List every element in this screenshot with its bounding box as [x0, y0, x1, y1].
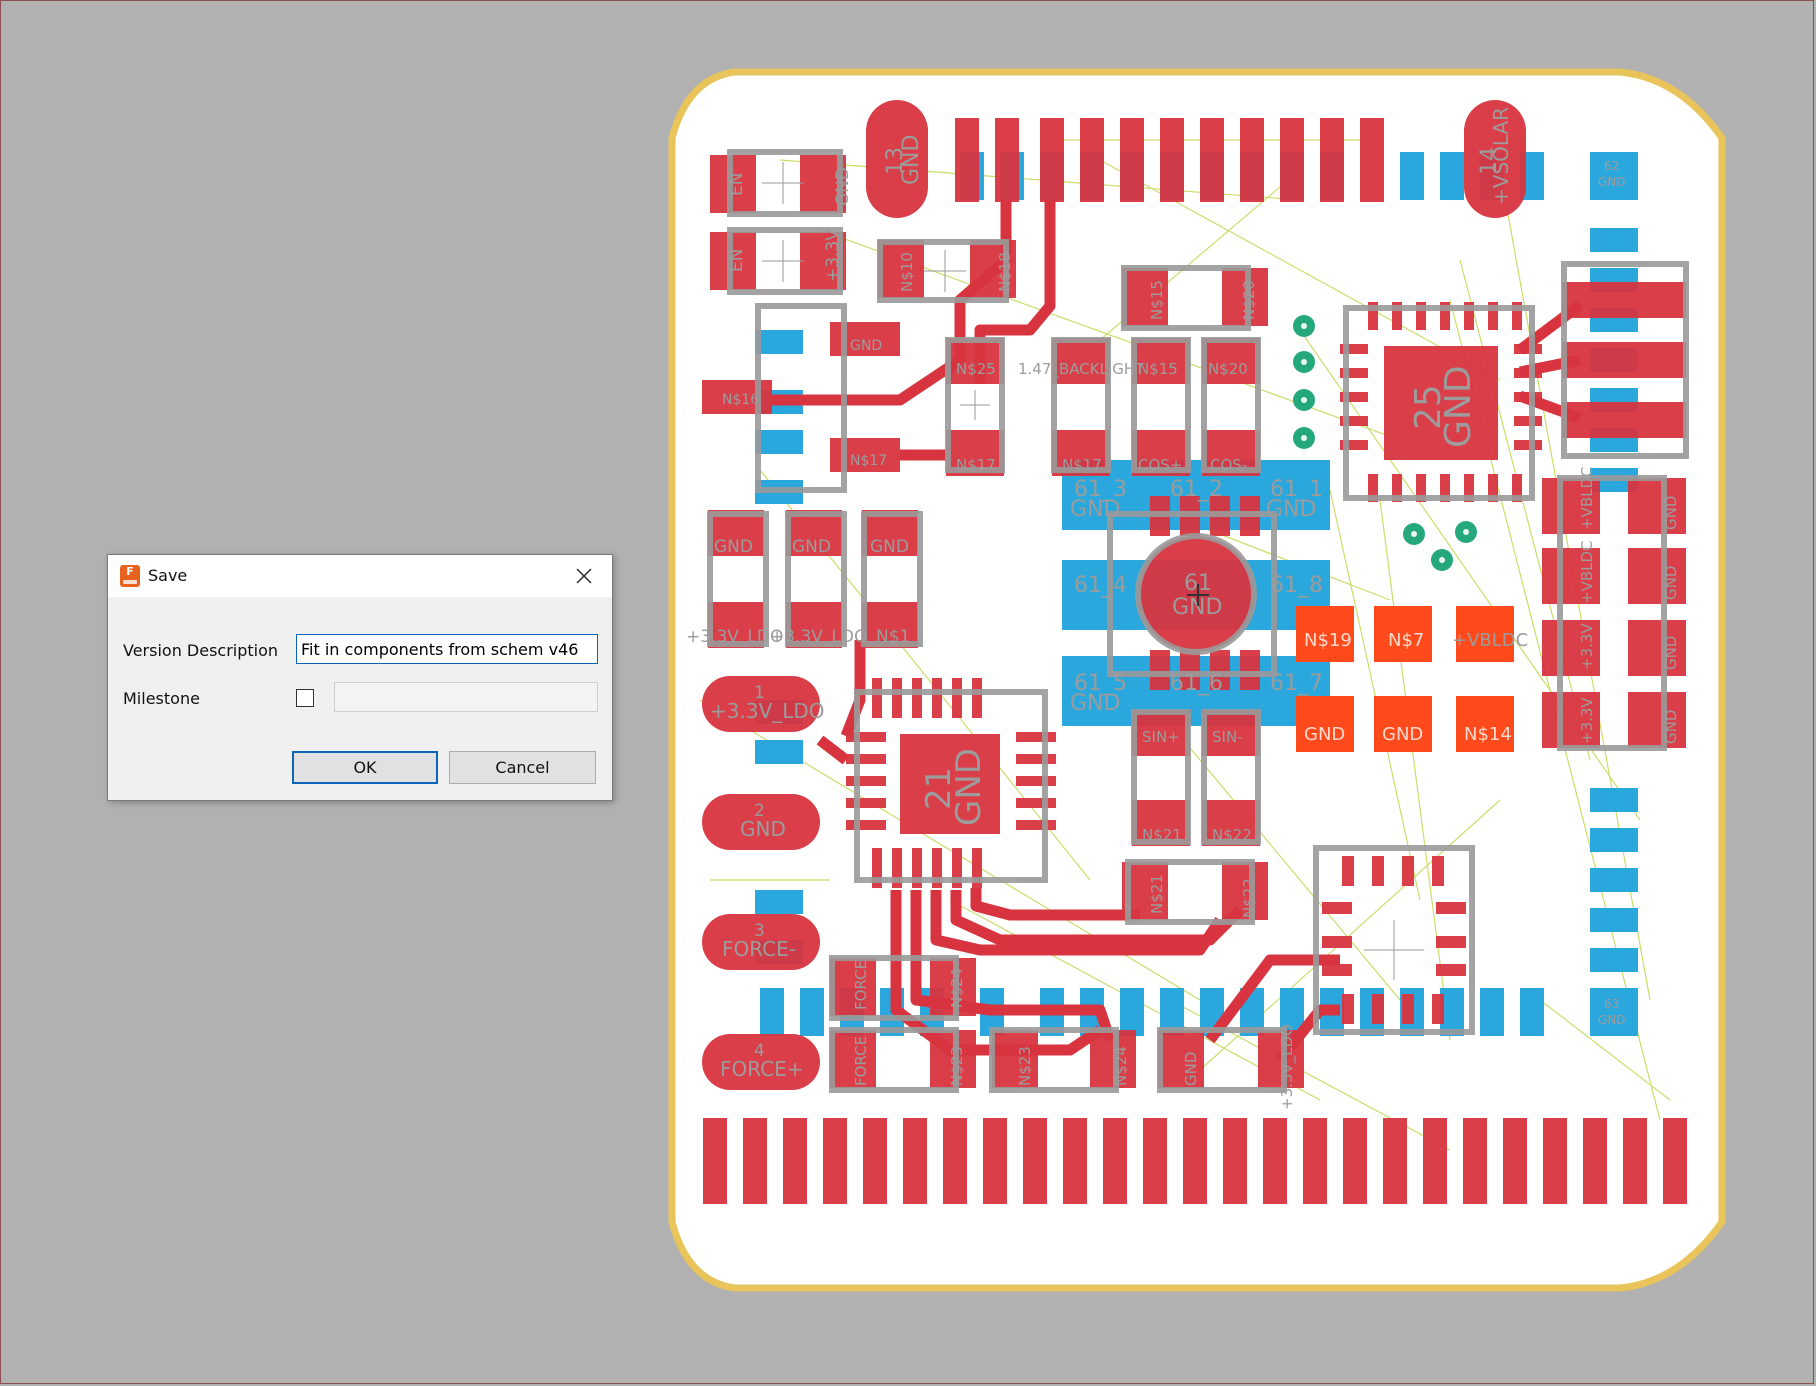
- label: GND: [1662, 496, 1680, 530]
- label: GND: [792, 537, 831, 557]
- milestone-checkbox[interactable]: [296, 689, 314, 707]
- label: N$17: [956, 456, 996, 474]
- label: GND: [949, 748, 989, 826]
- label: N$10: [898, 252, 916, 292]
- label: COS+: [1138, 456, 1182, 474]
- label: N$23: [1016, 1046, 1034, 1086]
- label: N$19: [1304, 630, 1352, 651]
- label: COS-: [1210, 456, 1247, 474]
- label: +VSOLAR: [1489, 107, 1513, 205]
- label: N$15: [1148, 280, 1166, 320]
- label: GND: [1070, 691, 1120, 716]
- label: N$17: [1062, 456, 1102, 474]
- label: +3.3V_LDO: [1278, 1024, 1297, 1110]
- label: GND: [1070, 497, 1120, 522]
- label: +3.3V: [1578, 697, 1596, 744]
- version-description-label: Version Description: [123, 641, 279, 660]
- label: +3.3V_LDO: [770, 627, 867, 647]
- label: N$22: [1212, 826, 1252, 844]
- label: GND: [1598, 1013, 1626, 1027]
- label: N$24: [1112, 1046, 1130, 1086]
- label: N$17: [850, 453, 887, 469]
- label: GND: [740, 817, 786, 841]
- label: GND: [1598, 175, 1626, 189]
- label: N$21: [1148, 874, 1166, 914]
- label: 61_7: [1270, 671, 1323, 696]
- label: GND: [899, 135, 924, 185]
- label: 63: [1604, 997, 1619, 1011]
- label: N$22: [1240, 878, 1258, 918]
- label: N$1: [876, 627, 910, 647]
- label: GND: [1382, 724, 1423, 745]
- label: 62: [1604, 159, 1619, 173]
- label: N$20: [1240, 280, 1258, 320]
- label: +3.3V_LDO: [710, 699, 825, 723]
- label: +3.3V: [823, 229, 843, 282]
- label: 61_4: [1074, 573, 1127, 598]
- label: GND: [850, 338, 882, 354]
- label: N$23: [948, 1046, 966, 1086]
- label: GND: [870, 537, 909, 557]
- ok-button[interactable]: OK: [292, 751, 438, 784]
- label: N$14: [1464, 724, 1512, 745]
- label: +VBLDC: [1452, 630, 1528, 651]
- label: +3.3V_LDO: [686, 627, 783, 647]
- label: GND: [714, 537, 753, 557]
- label: 1.47_BACKLIGHT: [1018, 360, 1145, 379]
- label: N$20: [1208, 360, 1248, 378]
- dialog-title: Save: [148, 566, 188, 585]
- label: GND: [1304, 724, 1345, 745]
- app-icon-letter: F: [126, 565, 134, 578]
- label: GND: [1266, 497, 1316, 522]
- label: N$15: [1138, 360, 1178, 378]
- dialog-titlebar[interactable]: F Save: [108, 555, 612, 597]
- label: N$24: [948, 968, 966, 1008]
- label: EN: [727, 173, 747, 196]
- label: FORCE+: [720, 1057, 804, 1081]
- milestone-name-input: [334, 682, 598, 712]
- label: N$21: [1142, 826, 1182, 844]
- label: FORCE-: [722, 937, 796, 961]
- label: 61_6: [1170, 671, 1223, 696]
- label: EN: [727, 249, 747, 272]
- label: GND: [833, 167, 853, 206]
- close-icon[interactable]: [570, 563, 598, 589]
- label: FORCE: [852, 1036, 870, 1086]
- label: N$16: [722, 392, 759, 408]
- label: GND: [1182, 1052, 1200, 1086]
- version-description-input[interactable]: [296, 634, 598, 664]
- label: SIN+: [1142, 728, 1180, 746]
- app-icon: F: [120, 565, 140, 587]
- label: 61_2: [1170, 477, 1223, 502]
- label: N$7: [1388, 630, 1424, 651]
- label: +VBLDC: [1578, 466, 1596, 530]
- label: N$18: [996, 252, 1014, 292]
- label: SIN-: [1212, 728, 1243, 746]
- cancel-button[interactable]: Cancel: [449, 751, 596, 784]
- label: +VBLDC: [1578, 540, 1596, 604]
- label: GND: [1662, 566, 1680, 600]
- label: FORCE: [852, 960, 870, 1010]
- label: +3.3V: [1578, 623, 1596, 670]
- label: 61_8: [1270, 573, 1323, 598]
- save-dialog: F Save Version Description Milestone OK …: [107, 554, 613, 801]
- label: GND: [1438, 365, 1479, 448]
- milestone-label: Milestone: [123, 689, 200, 708]
- label: GND: [1662, 636, 1680, 670]
- label: N$25: [956, 360, 996, 378]
- label: GND: [1662, 710, 1680, 744]
